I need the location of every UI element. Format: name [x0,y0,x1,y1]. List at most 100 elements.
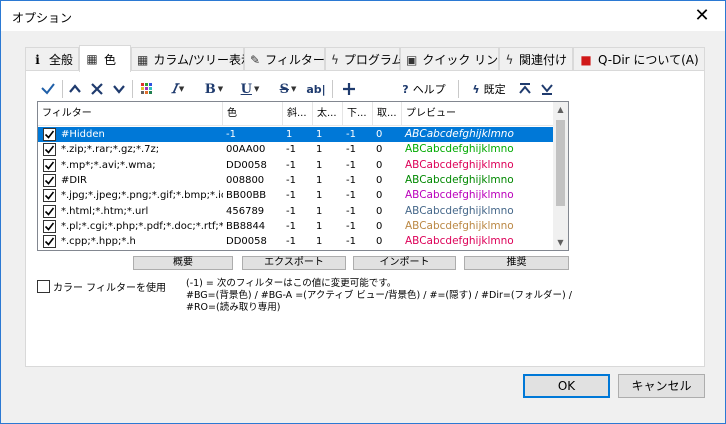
move-down-icon[interactable] [112,79,126,99]
scroll-up-icon[interactable]: ▲ [553,102,568,117]
cancel-button[interactable]: キャンセル [618,374,705,398]
table-row[interactable]: *.exe;*.dll;*.batFF0000-11-10ABCabcdefgh… [38,249,554,251]
ok-button[interactable]: OK [523,374,610,398]
cell-strike: 0 [376,129,383,140]
cell-bold: 1 [316,159,323,171]
cell-filter: #DIR [61,174,87,186]
delete-icon[interactable] [90,79,104,99]
cell-bold: 1 [316,144,323,156]
move-bottom-icon[interactable] [540,79,554,99]
checkmark-icon [44,130,55,139]
table-row[interactable]: *.cpp;*.hpp;*.h DD0058 -1 1 -1 0 ABCabcdefghij… [38,234,554,249]
table-row[interactable]: *.mp*;*.avi;*.wma; DD0058 -1 1 -1 0 ABCabcdefg… [38,158,554,173]
cell-filter: *.mp*;*.avi;*.wma; [61,159,156,171]
help-button[interactable]: ? ヘルプ [396,79,452,99]
move-top-icon[interactable] [518,79,532,99]
add-icon[interactable] [342,79,356,99]
bold-dropdown[interactable]: B ▼ [200,79,228,99]
cell-strike: 0 [376,205,383,217]
cell-italic: -1 [286,190,296,202]
lightning-icon: ϟ [472,82,480,96]
color-filter-list[interactable]: フィルター色斜... 太... 下... 取... プレビュー #Hidden -1 1 1-… [37,101,569,251]
cell-under: -1 [346,236,356,248]
import-button[interactable]: インポート [353,256,456,270]
table-row[interactable]: *.html;*.htm;*.url 456789 -1 1 -1 0 ABCabcdefg… [38,204,554,219]
cell-under: -1 [346,144,356,156]
italic-dropdown[interactable]: 𝐼 ▼ [164,79,192,99]
toolbar-separator [62,80,63,98]
tab-4[interactable]: ✎ フィルター [244,47,325,71]
table-row[interactable]: #Hidden -1 1 1 -1 0 ABCabcdefghijklmno [38,127,554,142]
tab-3[interactable]: ▦ カラム/ツリー表示 [131,47,253,71]
export-button[interactable]: エクスポート [242,256,346,270]
column-header[interactable]: プレビュー [402,102,554,126]
cell-bold: 1 [316,129,323,140]
palette-icon: ▦ [86,52,98,66]
cell-under: -1 [346,205,356,217]
column-header[interactable]: 太... [313,102,343,126]
tab-7[interactable]: ϟ 関連付け [499,47,573,71]
row-checkbox[interactable] [43,235,56,249]
color-palette-icon[interactable] [140,79,154,99]
overview-button[interactable]: 概要 [133,256,233,270]
chevron-down-icon: ▼ [217,85,224,93]
move-up-icon[interactable] [68,79,82,99]
scroll-down-icon[interactable]: ▼ [553,235,568,250]
column-header[interactable]: 下... [343,102,373,126]
vertical-scrollbar[interactable]: ▲ ▼ [553,102,568,250]
row-checkbox[interactable] [43,250,56,251]
cell-filter: *.cpp;*.hpp;*.h [61,236,136,248]
window-title: オプション [12,11,73,25]
row-checkbox[interactable] [43,204,56,218]
row-checkbox[interactable] [43,143,56,157]
help-label: ヘルプ [412,83,446,96]
grid-icon: ▦ [137,52,149,67]
column-header[interactable]: 取... [373,102,402,126]
cell-preview: ABCabcdefghijklmno [405,173,514,186]
table-row[interactable]: #DIR 008800 -1 1 -1 0 ABCabcdefghijklmno [38,173,554,188]
tab-6[interactable]: ▣ クイック リンク [400,47,510,71]
table-row[interactable]: *.zip;*.rar;*.gz;*.7z; 00AA00 -1 1 -1 0 ABCabc… [38,142,554,157]
tab-2[interactable]: ▦ 色 [79,45,131,72]
scroll-thumb[interactable] [556,120,565,206]
column-header[interactable]: 斜... [283,102,313,126]
tab-label: カラム/ツリー表示 [153,53,254,67]
strikethrough-dropdown[interactable]: S ▼ [274,79,302,99]
checkmark-icon [44,222,55,231]
cell-bold: 1 [313,249,343,250]
cell-preview: ABCabcdefghijklmno [405,219,514,232]
row-checkbox[interactable] [43,158,56,172]
question-icon: ? [402,82,409,96]
default-button[interactable]: ϟ 既定 [466,79,512,99]
close-icon[interactable]: ✕ [679,1,725,31]
cell-color: -1 [226,129,236,140]
toolbar-separator [458,80,459,98]
tab-5[interactable]: ϟ プログラム [325,47,404,71]
column-header[interactable]: フィルター [38,102,223,126]
cell-bold: 1 [316,220,323,232]
check-icon[interactable] [40,79,56,99]
tab-1[interactable]: i 全般 [25,47,79,71]
tab-label: 色 [104,52,117,67]
title-bar: オプション ✕ [1,1,725,31]
tab-label: プログラム [343,53,404,67]
tab-8[interactable]: ■ Q-Dir について(A) [573,47,705,71]
cell-under: -1 [346,159,356,171]
row-checkbox[interactable] [43,219,56,233]
strikethrough-icon: S [279,81,289,97]
recommend-button[interactable]: 推奨 [464,256,569,270]
text-sample-icon[interactable]: ab| [306,79,326,99]
column-header[interactable]: 色 [223,102,283,126]
underline-dropdown[interactable]: U ▼ [236,79,264,99]
row-checkbox[interactable] [43,173,56,187]
cell-filter: #Hidden [61,129,105,140]
row-checkbox[interactable] [43,189,56,203]
table-row[interactable]: *.jpg;*.jpeg;*.png;*.gif;*.bmp;*.ico BB00… [38,188,554,203]
cell-color: BB8844 [226,220,266,232]
cell-italic: -1 [286,220,296,232]
use-color-filter-checkbox[interactable] [37,280,50,293]
cell-color: FF0000 [223,249,283,250]
use-color-filter-option[interactable]: カラー フィルターを使用 [37,279,166,294]
row-checkbox[interactable] [43,128,56,141]
table-row[interactable]: *.pl;*.cgi;*.php;*.pdf;*.doc;*.rtf;*.x..… [38,219,554,234]
